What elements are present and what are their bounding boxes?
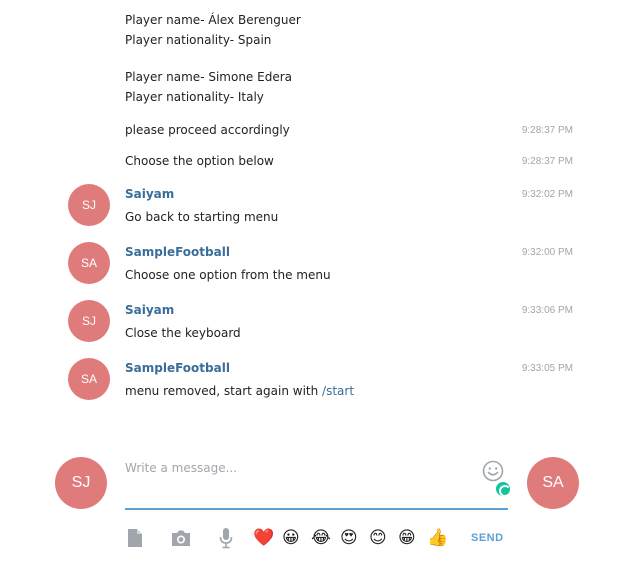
message-text: Close the keyboard — [125, 326, 241, 340]
start-command-link[interactable]: /start — [322, 384, 354, 398]
proceed-message-time: 9:28:37 PM — [521, 125, 573, 136]
message-sender[interactable]: Saiyam — [125, 303, 174, 317]
tears-of-joy-emoji-icon[interactable]: 😂 — [311, 527, 331, 549]
my-avatar[interactable]: SJ — [55, 457, 107, 509]
message-text: Choose one option from the menu — [125, 268, 331, 282]
message-time: 9:33:05 PM — [521, 363, 573, 374]
grammarly-icon[interactable] — [494, 480, 512, 498]
message-sender[interactable]: SampleFootball — [125, 245, 230, 259]
send-button[interactable]: SEND — [471, 532, 504, 544]
player2-name-line: Player name- Simone Edera — [125, 70, 292, 84]
player2-nationality-line: Player nationality- Italy — [125, 90, 264, 104]
choose-option-message-time: 9:28:37 PM — [521, 156, 573, 167]
document-icon[interactable] — [124, 527, 146, 549]
message-sender[interactable]: Saiyam — [125, 187, 174, 201]
message-input[interactable] — [125, 456, 465, 475]
player1-nationality-line: Player nationality- Spain — [125, 33, 272, 47]
avatar[interactable]: SA — [68, 242, 110, 284]
avatar[interactable]: SJ — [68, 184, 110, 226]
message-text: menu removed, start again with /start — [125, 384, 354, 398]
message-time: 9:32:02 PM — [521, 189, 573, 200]
message-text: Go back to starting menu — [125, 210, 279, 224]
peer-avatar[interactable]: SA — [527, 457, 579, 509]
heart-emoji-icon[interactable]: ❤️ — [253, 527, 274, 549]
player1-name-line: Player name- Álex Berenguer — [125, 13, 301, 27]
proceed-message-text: please proceed accordingly — [125, 123, 290, 137]
choose-option-message-text: Choose the option below — [125, 154, 274, 168]
camera-icon[interactable] — [169, 527, 193, 549]
grinning-emoji-icon[interactable]: 😀 — [282, 527, 300, 549]
microphone-icon[interactable] — [216, 527, 236, 549]
message-time: 9:33:06 PM — [521, 305, 573, 316]
thumbs-up-emoji-icon[interactable]: 👍 — [427, 527, 448, 549]
avatar[interactable]: SA — [68, 358, 110, 400]
smiling-emoji-icon[interactable]: 😊 — [369, 527, 387, 549]
message-text-body: menu removed, start again with — [125, 384, 323, 398]
message-composer[interactable] — [125, 456, 508, 510]
beaming-emoji-icon[interactable]: 😁 — [398, 527, 416, 549]
message-sender[interactable]: SampleFootball — [125, 361, 230, 375]
heart-eyes-emoji-icon[interactable]: 😍 — [340, 527, 358, 549]
message-time: 9:32:00 PM — [521, 247, 573, 258]
emoji-panel-icon[interactable] — [482, 460, 504, 482]
avatar[interactable]: SJ — [68, 300, 110, 342]
